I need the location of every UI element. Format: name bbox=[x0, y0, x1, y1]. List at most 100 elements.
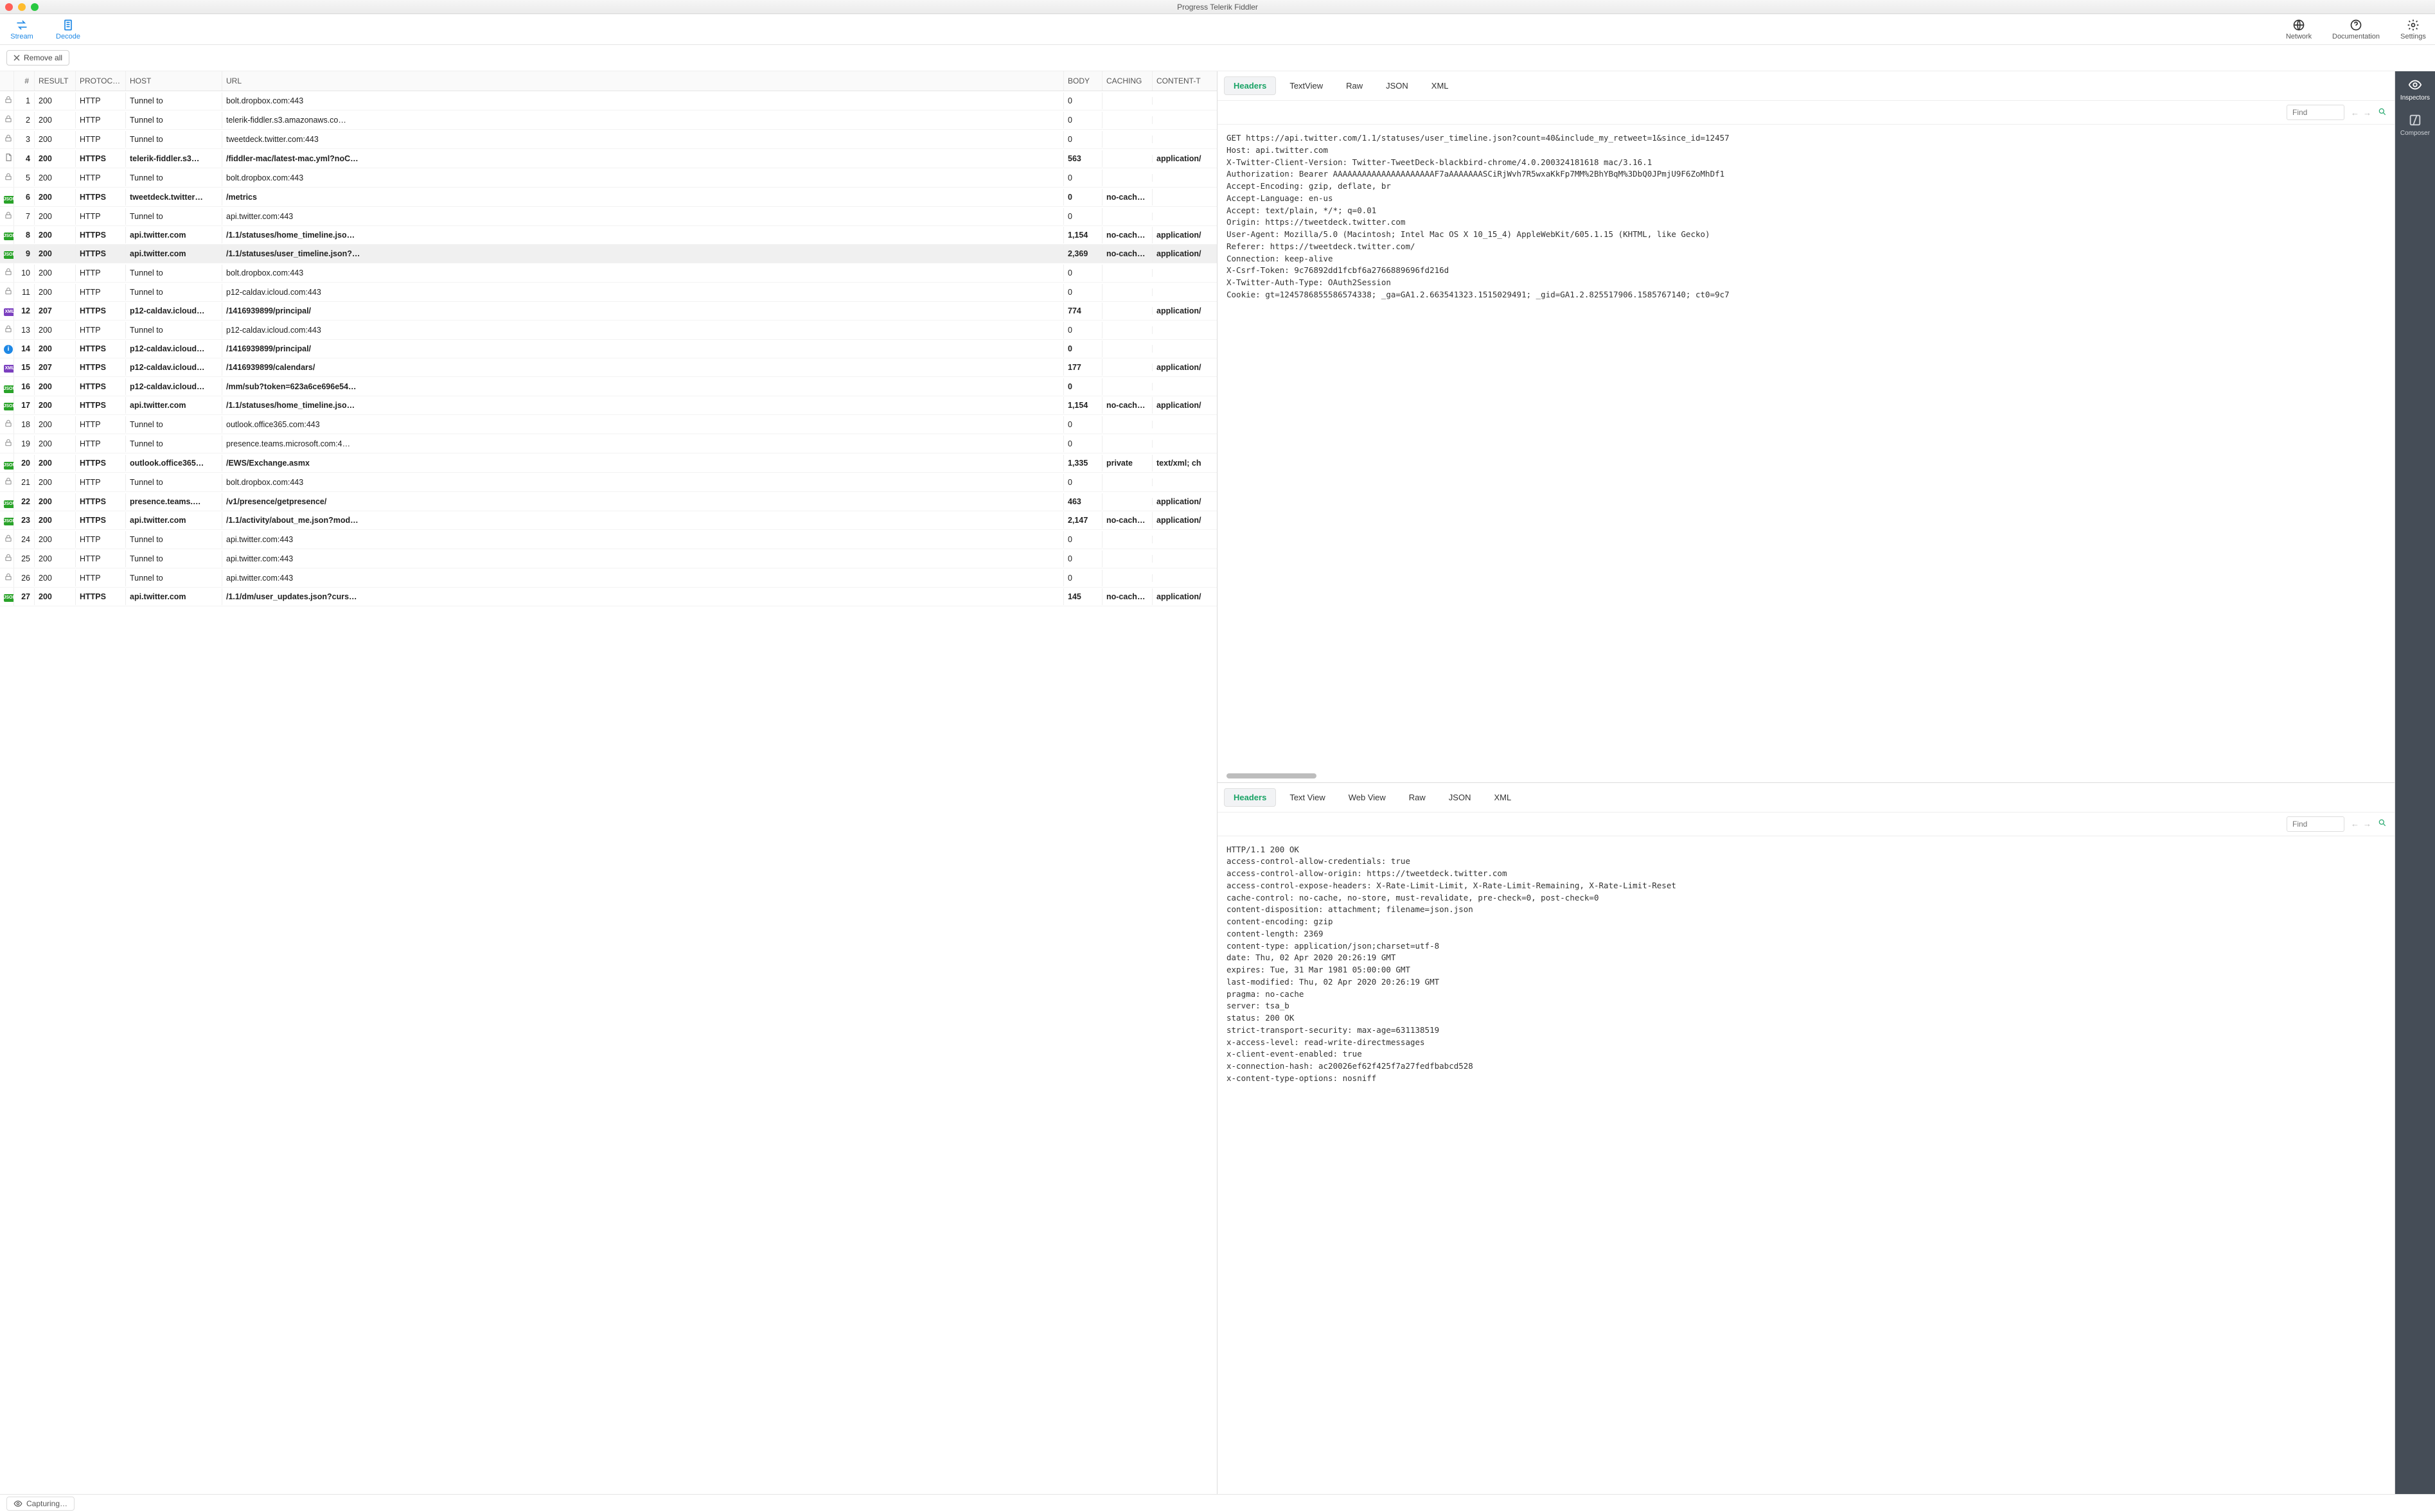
col-host[interactable]: HOST bbox=[126, 71, 222, 91]
row-contenttype bbox=[1153, 383, 1217, 391]
row-num: 21 bbox=[14, 474, 35, 491]
tab-headers[interactable]: Headers bbox=[1224, 76, 1276, 95]
table-row[interactable]: JSON8200HTTPSapi.twitter.com/1.1/statuse… bbox=[0, 226, 1217, 245]
settings-button[interactable]: Settings bbox=[2398, 19, 2429, 40]
table-row[interactable]: XML12207HTTPSp12-caldav.icloud…/14169398… bbox=[0, 302, 1217, 321]
decode-button[interactable]: Decode bbox=[53, 19, 84, 40]
request-find-input[interactable] bbox=[2287, 105, 2344, 120]
row-num: 23 bbox=[14, 512, 35, 529]
row-result: 200 bbox=[35, 322, 76, 338]
remove-all-button[interactable]: Remove all bbox=[6, 50, 69, 66]
table-row[interactable]: XML15207HTTPSp12-caldav.icloud…/14169398… bbox=[0, 358, 1217, 377]
tab-text-view[interactable]: Text View bbox=[1280, 788, 1334, 807]
stream-button[interactable]: Stream bbox=[6, 19, 37, 40]
request-tabs: HeadersTextViewRawJSONXML bbox=[1218, 71, 2395, 101]
table-row[interactable]: 24200HTTPTunnel toapi.twitter.com:4430 bbox=[0, 530, 1217, 549]
row-host: Tunnel to bbox=[126, 474, 222, 491]
table-row[interactable]: 3200HTTPTunnel totweetdeck.twitter.com:4… bbox=[0, 130, 1217, 149]
find-prev-icon[interactable]: ← bbox=[2351, 108, 2359, 118]
table-row[interactable]: 1200HTTPTunnel tobolt.dropbox.com:4430 bbox=[0, 91, 1217, 110]
row-result: 200 bbox=[35, 378, 76, 395]
row-protocol: HTTP bbox=[76, 92, 126, 109]
table-row[interactable]: JSON17200HTTPSapi.twitter.com/1.1/status… bbox=[0, 396, 1217, 415]
request-content[interactable]: GET https://api.twitter.com/1.1/statuses… bbox=[1218, 125, 2395, 773]
row-type-icon bbox=[0, 530, 14, 549]
row-protocol: HTTPS bbox=[76, 245, 126, 262]
col-body[interactable]: BODY bbox=[1064, 71, 1102, 91]
network-button[interactable]: Network bbox=[2283, 19, 2314, 40]
close-icon bbox=[13, 55, 20, 61]
table-row[interactable]: JSON20200HTTPSoutlook.office365…/EWS/Exc… bbox=[0, 453, 1217, 473]
find-next-icon[interactable]: → bbox=[2363, 108, 2371, 118]
documentation-button[interactable]: Documentation bbox=[2332, 19, 2380, 40]
row-body: 0 bbox=[1064, 112, 1102, 128]
tab-json[interactable]: JSON bbox=[1376, 76, 1418, 95]
row-body: 0 bbox=[1064, 322, 1102, 338]
table-row[interactable]: 13200HTTPTunnel top12-caldav.icloud.com:… bbox=[0, 321, 1217, 340]
table-row[interactable]: 7200HTTPTunnel toapi.twitter.com:4430 bbox=[0, 207, 1217, 226]
table-row[interactable]: JSON22200HTTPSpresence.teams.…/v1/presen… bbox=[0, 492, 1217, 511]
row-host: Tunnel to bbox=[126, 92, 222, 109]
table-row[interactable]: JSON23200HTTPSapi.twitter.com/1.1/activi… bbox=[0, 511, 1217, 530]
tab-xml[interactable]: XML bbox=[1484, 788, 1521, 807]
table-row[interactable]: JSON27200HTTPSapi.twitter.com/1.1/dm/use… bbox=[0, 588, 1217, 606]
sidebar-composer[interactable]: Composer bbox=[2400, 113, 2430, 137]
table-row[interactable]: JSON9200HTTPSapi.twitter.com/1.1/statuse… bbox=[0, 245, 1217, 263]
table-row[interactable]: 2200HTTPTunnel totelerik-fiddler.s3.amaz… bbox=[0, 110, 1217, 130]
tab-headers[interactable]: Headers bbox=[1224, 788, 1276, 807]
find-search-button[interactable] bbox=[2378, 107, 2387, 118]
table-row[interactable]: 5200HTTPTunnel tobolt.dropbox.com:4430 bbox=[0, 168, 1217, 188]
col-num[interactable]: # bbox=[14, 71, 35, 91]
tab-xml[interactable]: XML bbox=[1422, 76, 1458, 95]
find-prev-icon[interactable]: ← bbox=[2351, 819, 2359, 829]
table-row[interactable]: 18200HTTPTunnel tooutlook.office365.com:… bbox=[0, 415, 1217, 434]
grid-body[interactable]: 1200HTTPTunnel tobolt.dropbox.com:443022… bbox=[0, 91, 1217, 1494]
row-caching bbox=[1102, 383, 1153, 391]
col-protocol[interactable]: PROTOCOL bbox=[76, 71, 126, 91]
table-row[interactable]: i14200HTTPSp12-caldav.icloud…/1416939899… bbox=[0, 340, 1217, 358]
row-result: 207 bbox=[35, 359, 76, 376]
find-next-icon[interactable]: → bbox=[2363, 819, 2371, 829]
response-content[interactable]: HTTP/1.1 200 OK access-control-allow-cre… bbox=[1218, 836, 2395, 1495]
table-row[interactable]: JSON16200HTTPSp12-caldav.icloud…/mm/sub?… bbox=[0, 377, 1217, 396]
row-body: 0 bbox=[1064, 92, 1102, 109]
maximize-window-icon[interactable] bbox=[31, 3, 39, 11]
col-contenttype[interactable]: CONTENT-T bbox=[1153, 71, 1217, 91]
tab-textview[interactable]: TextView bbox=[1280, 76, 1333, 95]
tab-raw[interactable]: Raw bbox=[1399, 788, 1435, 807]
row-result: 207 bbox=[35, 303, 76, 319]
capturing-toggle[interactable]: Capturing… bbox=[6, 1497, 75, 1511]
row-body: 0 bbox=[1064, 208, 1102, 225]
table-row[interactable]: JSON6200HTTPStweetdeck.twitter…/metrics0… bbox=[0, 188, 1217, 207]
table-row[interactable]: 10200HTTPTunnel tobolt.dropbox.com:4430 bbox=[0, 263, 1217, 283]
row-caching bbox=[1102, 97, 1153, 105]
table-row[interactable]: 26200HTTPTunnel toapi.twitter.com:4430 bbox=[0, 568, 1217, 588]
table-row[interactable]: 21200HTTPTunnel tobolt.dropbox.com:4430 bbox=[0, 473, 1217, 492]
tab-web-view[interactable]: Web View bbox=[1339, 788, 1395, 807]
col-result[interactable]: RESULT bbox=[35, 71, 76, 91]
row-caching: no-cache,… bbox=[1102, 588, 1153, 605]
table-row[interactable]: 25200HTTPTunnel toapi.twitter.com:4430 bbox=[0, 549, 1217, 568]
row-body: 177 bbox=[1064, 359, 1102, 376]
minimize-window-icon[interactable] bbox=[18, 3, 26, 11]
sidebar-inspectors[interactable]: Inspectors bbox=[2400, 78, 2430, 101]
row-caching: no-cache,… bbox=[1102, 512, 1153, 529]
row-type-icon: JSON bbox=[0, 377, 14, 396]
col-caching[interactable]: CACHING bbox=[1102, 71, 1153, 91]
table-row[interactable]: 11200HTTPTunnel top12-caldav.icloud.com:… bbox=[0, 283, 1217, 302]
row-num: 19 bbox=[14, 435, 35, 452]
inspector-panel: HeadersTextViewRawJSONXML ← → GET https:… bbox=[1218, 71, 2395, 1494]
response-find-input[interactable] bbox=[2287, 816, 2344, 832]
row-num: 7 bbox=[14, 208, 35, 225]
row-type-icon: JSON bbox=[0, 226, 14, 244]
table-row[interactable]: 4200HTTPStelerik-fiddler.s3…/fiddler-mac… bbox=[0, 149, 1217, 168]
find-search-button[interactable] bbox=[2378, 818, 2387, 829]
close-window-icon[interactable] bbox=[5, 3, 13, 11]
col-url[interactable]: URL bbox=[222, 71, 1064, 91]
tab-raw[interactable]: Raw bbox=[1336, 76, 1372, 95]
tab-json[interactable]: JSON bbox=[1439, 788, 1481, 807]
request-hscroll[interactable] bbox=[1226, 773, 2386, 780]
table-row[interactable]: 19200HTTPTunnel topresence.teams.microso… bbox=[0, 434, 1217, 453]
row-type-icon: JSON bbox=[0, 396, 14, 414]
row-host: api.twitter.com bbox=[126, 397, 222, 414]
